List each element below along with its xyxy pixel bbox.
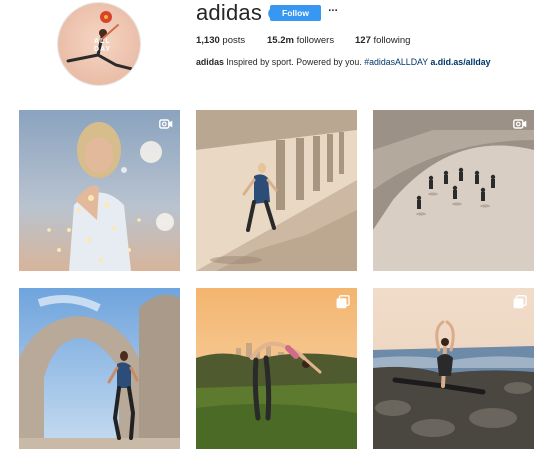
following-count[interactable]: 127 following xyxy=(355,35,410,46)
post-thumbnail-5[interactable] xyxy=(196,288,357,449)
video-icon xyxy=(513,117,527,131)
post-thumbnail-1[interactable] xyxy=(19,110,180,271)
post-thumbnail-6[interactable] xyxy=(373,288,534,449)
video-icon xyxy=(159,117,173,131)
profile-stats: 1,130 posts 15.2m followers 127 followin… xyxy=(196,35,410,46)
profile-username-row: adidas xyxy=(196,1,281,25)
profile-avatar[interactable]: ALL DAY xyxy=(57,2,141,86)
post-thumbnail-3[interactable] xyxy=(373,110,534,271)
more-options-icon[interactable]: ··· xyxy=(326,3,340,19)
profile-username: adidas xyxy=(196,0,263,25)
follow-button[interactable]: Follow xyxy=(270,5,321,21)
multiple-posts-icon xyxy=(336,295,350,309)
multiple-posts-icon xyxy=(513,295,527,309)
bio-name: adidas xyxy=(196,57,224,67)
post-thumbnail-2[interactable] xyxy=(196,110,357,271)
followers-count[interactable]: 15.2m followers xyxy=(267,35,355,46)
posts-count: 1,130 posts xyxy=(196,35,246,46)
svg-text:DAY: DAY xyxy=(94,46,111,53)
bio-text: Inspired by sport. Powered by you. xyxy=(226,57,362,67)
svg-text:ALL: ALL xyxy=(94,38,111,45)
post-thumbnail-4[interactable] xyxy=(19,288,180,449)
profile-bio: adidas Inspired by sport. Powered by you… xyxy=(196,57,491,67)
bio-link[interactable]: a.did.as/allday xyxy=(430,57,490,67)
bio-hashtag[interactable]: #adidasALLDAY xyxy=(364,57,428,67)
